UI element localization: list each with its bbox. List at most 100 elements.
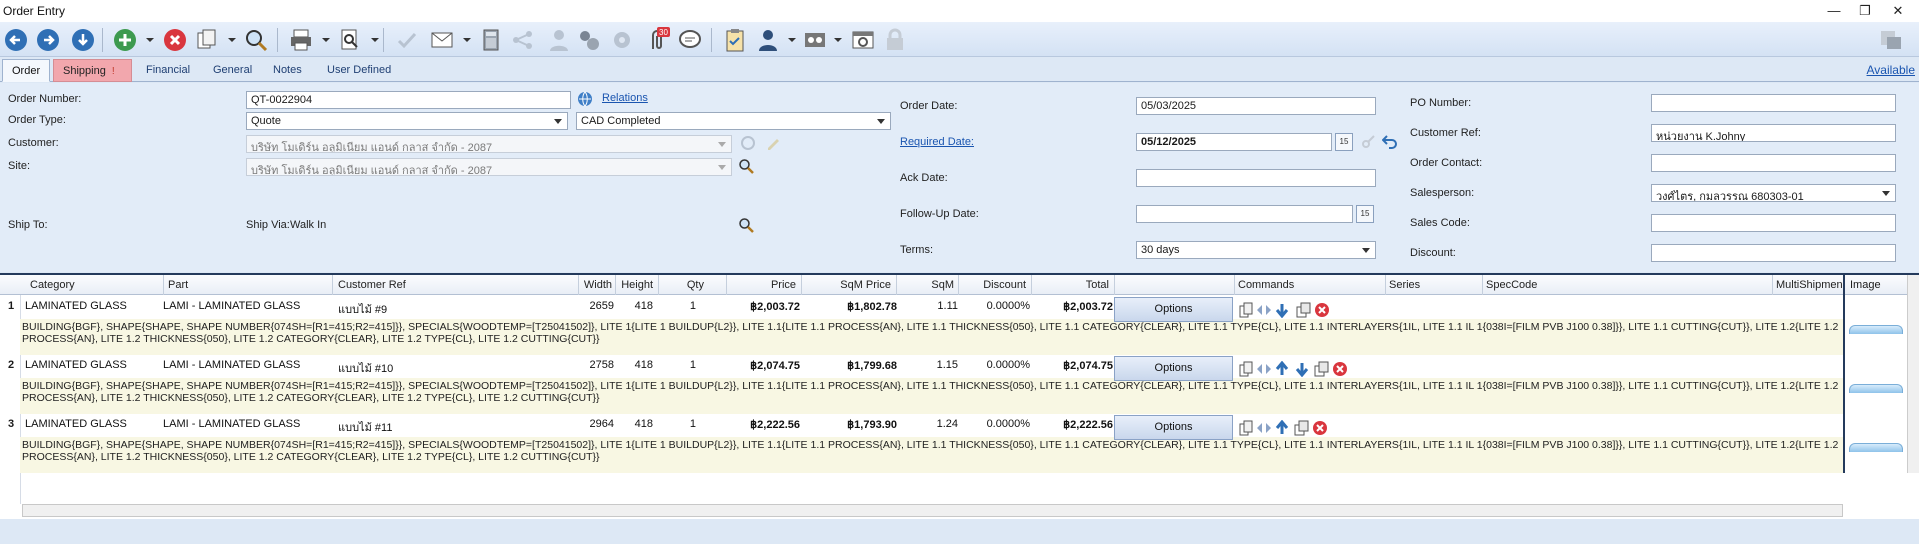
col-spec-code[interactable]: SpecCode — [1486, 279, 1537, 291]
ack-date-field[interactable] — [1136, 169, 1376, 187]
col-part[interactable]: Part — [168, 279, 188, 291]
col-multi-shipment[interactable]: MultiShipmen — [1776, 279, 1842, 291]
col-discount[interactable]: Discount — [962, 279, 1026, 291]
refresh-icon[interactable] — [740, 135, 756, 151]
edit-icon[interactable] — [765, 135, 781, 151]
check-icon[interactable] — [394, 27, 420, 53]
col-sqm-price[interactable]: SqM Price — [805, 279, 891, 291]
order-type-select[interactable]: Quote — [246, 112, 568, 130]
swap-icon[interactable] — [1256, 302, 1272, 318]
clipboard-icon[interactable] — [722, 27, 748, 53]
line-image-thumb[interactable] — [1849, 443, 1903, 452]
col-image[interactable]: Image — [1845, 275, 1907, 295]
tab-order[interactable]: Order — [2, 59, 51, 82]
gear-icon[interactable] — [609, 27, 635, 53]
copy-icon[interactable] — [1238, 420, 1254, 436]
camera-icon[interactable] — [850, 27, 876, 53]
available-link[interactable]: Available — [1867, 63, 1915, 77]
col-height[interactable]: Height — [618, 279, 653, 291]
chevron-down-icon[interactable] — [549, 113, 567, 129]
col-category[interactable]: Category — [30, 279, 75, 291]
required-date-link[interactable]: Required Date: — [900, 136, 974, 148]
copy-icon[interactable] — [1238, 302, 1254, 318]
attachment-icon[interactable]: 30 — [644, 27, 670, 53]
follow-up-date-field[interactable] — [1136, 205, 1353, 223]
tab-financial[interactable]: Financial — [137, 59, 199, 82]
options-button[interactable]: Options — [1114, 415, 1233, 440]
tab-general[interactable]: General — [204, 59, 261, 82]
delete-icon[interactable] — [1332, 361, 1348, 377]
col-series[interactable]: Series — [1389, 279, 1420, 291]
move-up-icon[interactable] — [1274, 420, 1290, 436]
add-icon[interactable] — [112, 27, 138, 53]
table-row[interactable]: 1 LAMINATED GLASS LAMI - LAMINATED GLASS… — [0, 297, 1843, 355]
chevron-down-icon[interactable] — [1357, 242, 1375, 258]
ship-search-icon[interactable] — [738, 217, 754, 233]
swap-icon[interactable] — [1256, 420, 1272, 436]
cancel-icon[interactable] — [162, 27, 188, 53]
site-select[interactable]: บริษัท โมเดิร์น อลูมิเนียม แอนด์ กลาส จำ… — [246, 158, 732, 176]
chevron-down-icon[interactable] — [872, 113, 890, 129]
customer-select[interactable]: บริษัท โมเดิร์น อลูมิเนียม แอนด์ กลาส จำ… — [246, 135, 732, 153]
col-commands[interactable]: Commands — [1238, 279, 1294, 291]
copy-icon[interactable] — [194, 27, 220, 53]
col-total[interactable]: Total — [1035, 279, 1109, 291]
options-button[interactable]: Options — [1114, 356, 1233, 381]
relations-link[interactable]: Relations — [602, 92, 648, 104]
table-row[interactable]: 3 LAMINATED GLASS LAMI - LAMINATED GLASS… — [0, 415, 1843, 473]
settings-icon[interactable] — [576, 27, 602, 53]
order-status-select[interactable]: CAD Completed — [576, 112, 891, 130]
sales-code-field[interactable] — [1651, 214, 1896, 232]
duplicate-icon[interactable] — [1294, 420, 1310, 436]
key-icon[interactable] — [1362, 134, 1376, 148]
order-number-field[interactable]: QT-0022904 — [246, 91, 571, 109]
terms-select[interactable]: 30 days — [1136, 241, 1376, 259]
line-image-thumb[interactable] — [1849, 384, 1903, 393]
required-date-field[interactable]: 05/12/2025 — [1136, 133, 1332, 151]
line-image-thumb[interactable] — [1849, 325, 1903, 334]
chevron-down-icon[interactable] — [1877, 185, 1895, 201]
col-customer-ref[interactable]: Customer Ref — [338, 279, 406, 291]
download-icon[interactable] — [70, 27, 96, 53]
close-window-icon[interactable]: ✕ — [1885, 2, 1911, 20]
col-price[interactable]: Price — [730, 279, 796, 291]
site-search-icon[interactable] — [738, 158, 754, 174]
print-icon[interactable] — [288, 27, 314, 53]
po-number-field[interactable] — [1651, 94, 1896, 112]
email-icon[interactable] — [429, 27, 455, 53]
back-icon[interactable] — [3, 27, 29, 53]
tape-icon[interactable] — [802, 27, 828, 53]
chevron-down-icon[interactable] — [713, 136, 731, 152]
duplicate-icon[interactable] — [1314, 361, 1330, 377]
tab-user-defined[interactable]: User Defined — [318, 59, 400, 82]
layout-icon[interactable] — [1878, 27, 1904, 53]
calendar-icon[interactable]: 15 — [1335, 133, 1353, 151]
move-down-icon[interactable] — [1274, 302, 1290, 318]
forward-icon[interactable] — [35, 27, 61, 53]
col-width[interactable]: Width — [582, 279, 612, 291]
undo-icon[interactable] — [1382, 133, 1398, 149]
user-icon[interactable] — [546, 27, 572, 53]
person-icon[interactable] — [755, 27, 781, 53]
swap-icon[interactable] — [1256, 361, 1272, 377]
calculator-icon[interactable] — [478, 27, 504, 53]
preview-icon[interactable] — [337, 27, 363, 53]
duplicate-icon[interactable] — [1296, 302, 1312, 318]
chat-icon[interactable] — [677, 27, 703, 53]
horizontal-scrollbar[interactable] — [22, 504, 1843, 517]
options-button[interactable]: Options — [1114, 297, 1233, 322]
delete-icon[interactable] — [1314, 302, 1330, 318]
tab-notes[interactable]: Notes — [264, 59, 311, 82]
tab-shipping[interactable]: Shipping! — [53, 59, 132, 82]
vertical-scrollbar[interactable] — [1907, 275, 1919, 473]
globe-icon[interactable] — [577, 91, 593, 107]
col-sqm[interactable]: SqM — [900, 279, 954, 291]
salesperson-select[interactable]: วงศ์ไตร, กมลวรรณ 680303-01 — [1651, 184, 1896, 202]
discount-field[interactable] — [1651, 244, 1896, 262]
copy-icon[interactable] — [1238, 361, 1254, 377]
search-icon[interactable] — [243, 27, 269, 53]
order-date-field[interactable]: 05/03/2025 — [1136, 97, 1376, 115]
minimize-icon[interactable]: — — [1821, 2, 1847, 20]
chevron-down-icon[interactable] — [713, 159, 731, 175]
move-up-icon[interactable] — [1274, 361, 1290, 377]
